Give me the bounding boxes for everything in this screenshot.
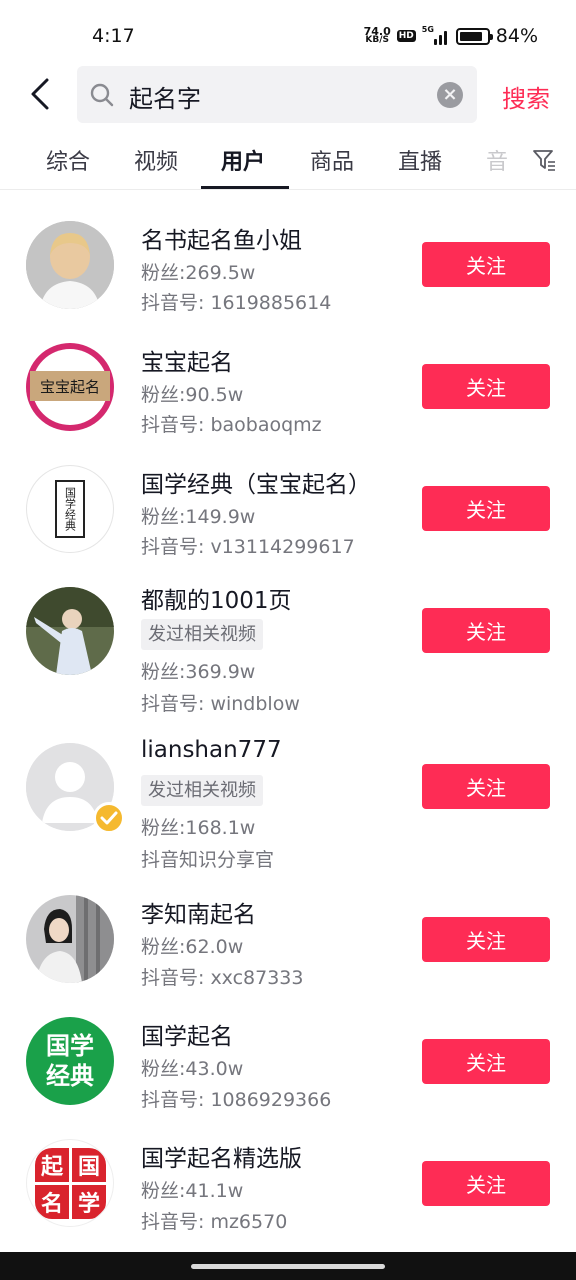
- follow-button[interactable]: 关注: [422, 917, 550, 962]
- clear-search-button[interactable]: ×: [437, 82, 463, 108]
- user-id: 抖音号: 1086929366: [141, 1089, 332, 1111]
- search-icon: [90, 83, 114, 107]
- follower-count: 粉丝:149.9w: [141, 506, 256, 528]
- user-verification: 抖音知识分享官: [141, 849, 275, 871]
- battery-percent: 84%: [495, 25, 538, 47]
- battery-icon: [455, 27, 493, 45]
- battery-fill: [459, 31, 482, 41]
- follower-count: 粉丝:90.5w: [141, 384, 244, 406]
- network-type: 5G: [421, 25, 434, 34]
- follow-button[interactable]: 关注: [422, 1161, 550, 1206]
- follow-button[interactable]: 关注: [422, 764, 550, 809]
- avatar[interactable]: [26, 221, 114, 309]
- back-button[interactable]: [22, 74, 58, 114]
- tab-products[interactable]: 商品: [310, 144, 354, 176]
- system-navigation-bar: [0, 1252, 576, 1280]
- user-name[interactable]: 国学起名精选版: [141, 1139, 302, 1173]
- related-video-tag: 发过相关视频: [141, 619, 263, 650]
- status-time: 4:17: [92, 25, 135, 47]
- avatar[interactable]: 国学 经典: [26, 1017, 114, 1105]
- follower-count: 粉丝:62.0w: [141, 936, 244, 958]
- signal-bar: [443, 31, 447, 45]
- battery-nub: [489, 33, 493, 40]
- tab-music[interactable]: 音: [486, 144, 508, 176]
- avatar-scroll-icon: 国学经典: [55, 480, 85, 538]
- follow-button[interactable]: 关注: [422, 242, 550, 287]
- filter-icon[interactable]: [532, 148, 556, 172]
- seal-character: 学: [72, 1185, 106, 1219]
- status-indicators: 74.0 KB/S HD 5G 84%: [364, 25, 538, 47]
- user-name[interactable]: 名书起名鱼小姐: [141, 221, 302, 255]
- user-id: 抖音号: v13114299617: [141, 536, 355, 558]
- follower-count: 粉丝:269.5w: [141, 262, 256, 284]
- verified-badge-icon: [93, 802, 125, 834]
- avatar-photo: [26, 221, 114, 309]
- follow-button[interactable]: 关注: [422, 364, 550, 409]
- avatar[interactable]: 起 国 名 学: [26, 1139, 114, 1227]
- hd-badge: HD: [396, 30, 416, 42]
- avatar-label: 经典: [46, 1062, 94, 1090]
- follow-button[interactable]: 关注: [422, 1039, 550, 1084]
- user-name[interactable]: 李知南起名: [141, 895, 256, 929]
- user-name[interactable]: 国学起名: [141, 1017, 233, 1051]
- user-id: 抖音号: xxc87333: [141, 967, 304, 989]
- check-icon: [100, 811, 118, 825]
- follow-button[interactable]: 关注: [422, 486, 550, 531]
- follower-count: 粉丝:168.1w: [141, 817, 256, 839]
- search-input[interactable]: 起名字: [129, 79, 201, 114]
- seal-character: 名: [35, 1185, 69, 1219]
- search-box[interactable]: 起名字 ×: [77, 66, 477, 123]
- user-id: 抖音号: 1619885614: [141, 292, 332, 314]
- user-name[interactable]: 宝宝起名: [141, 343, 233, 377]
- avatar[interactable]: 宝宝起名: [26, 343, 114, 431]
- related-video-tag: 发过相关视频: [141, 775, 263, 806]
- signal-bar: [438, 35, 442, 45]
- user-id: 抖音号: mz6570: [141, 1211, 288, 1233]
- back-arrow-icon: [31, 78, 49, 110]
- seal-character: 起: [35, 1148, 69, 1182]
- seal-character: 国: [72, 1148, 106, 1182]
- follower-count: 粉丝:43.0w: [141, 1058, 244, 1080]
- status-bar: 4:17 74.0 KB/S HD 5G 84%: [0, 0, 576, 72]
- home-indicator[interactable]: [191, 1264, 385, 1269]
- user-id: 抖音号: baobaoqmz: [141, 414, 322, 436]
- search-button[interactable]: 搜索: [502, 79, 550, 114]
- avatar[interactable]: [26, 587, 114, 675]
- network-speed-unit: KB/S: [365, 35, 389, 45]
- user-name[interactable]: lianshan777: [141, 737, 282, 763]
- follow-button[interactable]: 关注: [422, 608, 550, 653]
- close-icon: ×: [442, 84, 458, 105]
- user-name[interactable]: 国学经典（宝宝起名）: [141, 465, 371, 499]
- active-tab-indicator: [201, 186, 289, 189]
- signal-icon: 5G: [421, 25, 450, 45]
- signal-bar: [433, 39, 437, 45]
- avatar-photo: [26, 895, 114, 983]
- avatar-label: 国学经典: [63, 487, 77, 531]
- user-id: 抖音号: windblow: [141, 693, 300, 715]
- tab-users[interactable]: 用户: [221, 144, 265, 176]
- tab-live[interactable]: 直播: [398, 144, 442, 176]
- avatar[interactable]: 国学经典: [26, 465, 114, 553]
- follower-count: 粉丝:41.1w: [141, 1180, 244, 1202]
- avatar-label: 国学: [46, 1032, 94, 1060]
- tab-comprehensive[interactable]: 综合: [46, 144, 90, 176]
- network-speed: 74.0 KB/S: [364, 26, 391, 45]
- follower-count: 粉丝:369.9w: [141, 661, 256, 683]
- tab-bar: 综合 视频 用户 商品 直播 音: [0, 134, 576, 190]
- avatar[interactable]: [26, 895, 114, 983]
- user-name[interactable]: 都靓的1001页: [141, 581, 292, 615]
- avatar-photo: [26, 587, 114, 675]
- avatar-label: 宝宝起名: [30, 371, 110, 401]
- tab-videos[interactable]: 视频: [134, 144, 178, 176]
